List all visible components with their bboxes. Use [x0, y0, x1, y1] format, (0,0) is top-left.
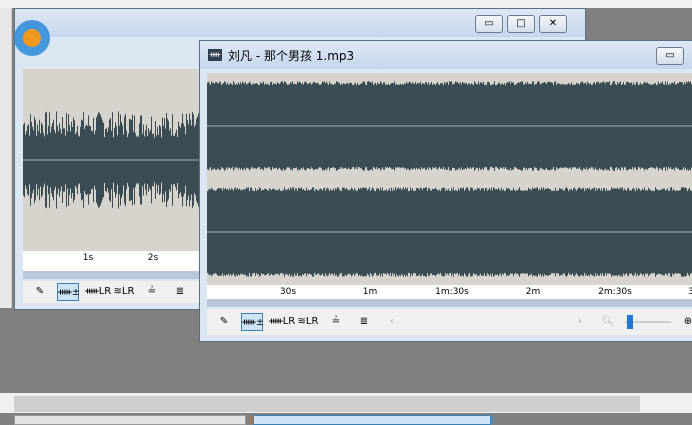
align-center-icon[interactable]: ≣ [353, 313, 375, 331]
back-toolbar: ✎ ᚔ± ᚔLR ≋LR ≟ ≣ [23, 281, 207, 303]
waveform-lr-button[interactable]: ᚔLR [269, 313, 295, 331]
ruler-label: 2m [525, 287, 541, 297]
zoom-in-icon[interactable]: ⊕ [677, 313, 692, 331]
ruler-label: 2s [147, 253, 159, 263]
minimize-button[interactable]: ▭ [656, 47, 684, 65]
horizontal-scrollbar[interactable] [14, 396, 640, 412]
scroll-right-button[interactable]: › [569, 313, 591, 331]
window-title: 刘凡 - 那个男孩 1.mp3 [228, 48, 355, 63]
maximize-button[interactable]: □ [507, 15, 535, 33]
waveform-mix-button[interactable]: ᚔ± [57, 283, 80, 301]
pencil-icon[interactable]: ✎ [213, 313, 235, 331]
waveform-lr-button[interactable]: ᚔLR [85, 283, 111, 301]
front-title-bar[interactable]: ᚔ 刘凡 - 那个男孩 1.mp3 ▭ [200, 41, 692, 69]
ruler-label: 2m:30s [598, 287, 632, 297]
close-button[interactable]: ✕ [539, 15, 567, 33]
audio-file-icon: ᚔ [208, 49, 222, 61]
ruler-label: 30s [279, 287, 297, 297]
minimize-button[interactable]: ▭ [475, 15, 503, 33]
front-waveform[interactable] [207, 73, 692, 285]
window-tab-active[interactable] [253, 415, 491, 425]
front-time-ruler[interactable]: 30s 1m 1m:30s 2m 2m:30s 3 [207, 285, 692, 307]
ruler-label: 1m [362, 287, 378, 297]
zoom-slider-thumb[interactable] [627, 315, 633, 329]
waveform-split-button[interactable]: ≋LR [297, 313, 319, 331]
back-time-ruler[interactable]: 1s 2s [23, 251, 201, 279]
waveform-mix-button[interactable]: ᚔ± [241, 313, 264, 331]
scroll-left-button[interactable]: ‹ [381, 313, 403, 331]
window-tab[interactable] [14, 415, 246, 425]
back-title-bar[interactable]: ▭ □ ✕ [15, 9, 585, 37]
front-toolbar: ✎ ᚔ± ᚔLR ≋LR ≟ ≣ ‹ › 🔍︎ ⊕ [207, 309, 692, 335]
vertical-scrollbar[interactable] [0, 8, 12, 308]
align-icon[interactable]: ≟ [325, 313, 347, 331]
back-waveform[interactable] [23, 69, 201, 251]
front-audio-window[interactable]: ᚔ 刘凡 - 那个男孩 1.mp3 ▭ 30s 1m 1m:30s 2m 2m:… [199, 40, 692, 342]
ruler-label: 1m:30s [435, 287, 469, 297]
ruler-label: 3 [688, 287, 692, 297]
ruler-label: 1s [82, 253, 94, 263]
zoom-slider[interactable] [625, 315, 671, 329]
waveform-split-button[interactable]: ≋LR [113, 283, 135, 301]
align-icon[interactable]: ≟ [141, 283, 163, 301]
top-strip [0, 0, 692, 8]
align-center-icon[interactable]: ≣ [169, 283, 191, 301]
zoom-out-icon[interactable]: 🔍︎ [597, 313, 619, 331]
pencil-icon[interactable]: ✎ [29, 283, 51, 301]
